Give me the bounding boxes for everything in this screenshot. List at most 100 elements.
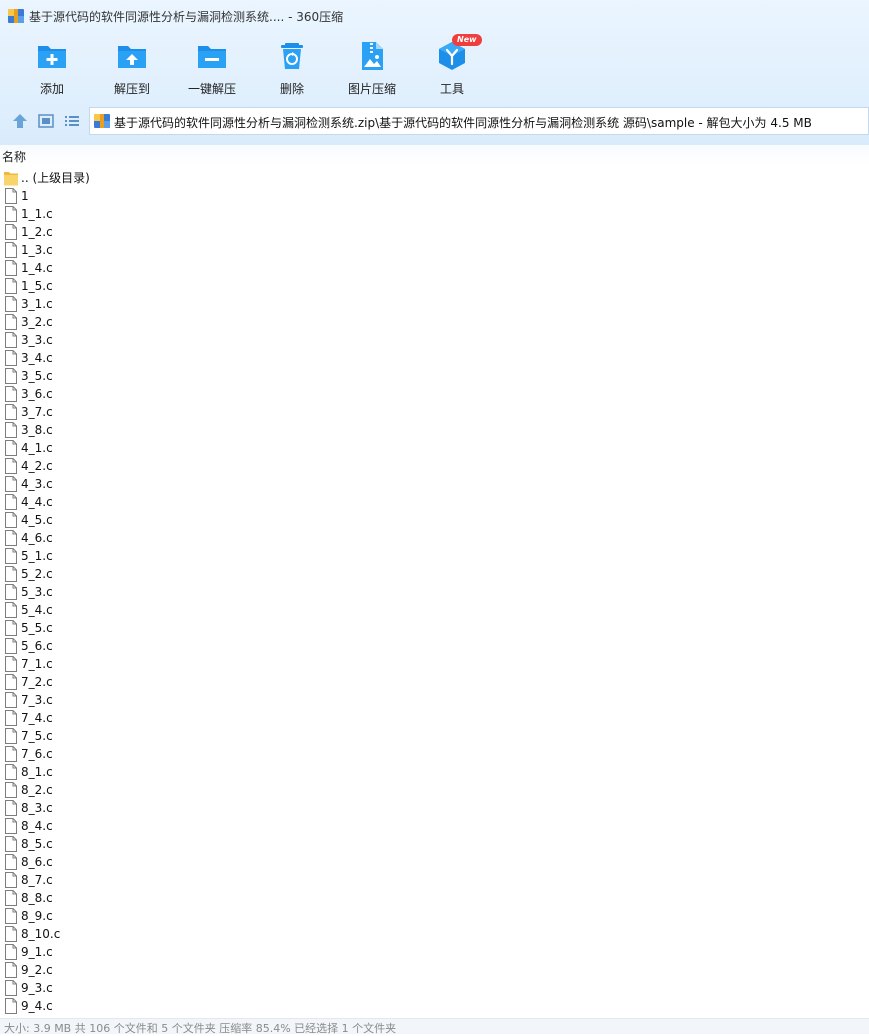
list-item[interactable]: 1_3.c <box>0 241 869 259</box>
file-name: 8_8.c <box>21 891 53 905</box>
address-bar[interactable]: 基于源代码的软件同源性分析与漏洞检测系统.zip\基于源代码的软件同源性分析与漏… <box>89 107 869 135</box>
file-icon <box>5 638 17 654</box>
list-item[interactable]: 5_2.c <box>0 565 869 583</box>
list-item[interactable]: 7_5.c <box>0 727 869 745</box>
file-list: .. (上级目录) 1 1_1.c 1_2.c 1_3.c 1_4.c 1_5.c 3_1.… <box>0 169 869 1015</box>
list-item[interactable]: 8_3.c <box>0 799 869 817</box>
file-name: 7_5.c <box>21 729 53 743</box>
status-bar: 大小: 3.9 MB 共 106 个文件和 5 个文件夹 压缩率 85.4% 已… <box>0 1018 869 1035</box>
list-item[interactable]: 3_5.c <box>0 367 869 385</box>
file-name: 4_6.c <box>21 531 53 545</box>
list-item[interactable]: 1_1.c <box>0 205 869 223</box>
file-icon <box>5 656 17 672</box>
file-name: 8_10.c <box>21 927 61 941</box>
list-item[interactable]: 4_1.c <box>0 439 869 457</box>
extract-to-button[interactable]: 解压到 <box>92 38 172 100</box>
list-item[interactable]: 8_9.c <box>0 907 869 925</box>
file-name: 3_1.c <box>21 297 53 311</box>
list-item[interactable]: 1 <box>0 187 869 205</box>
list-item[interactable]: 7_3.c <box>0 691 869 709</box>
file-name: 9_4.c <box>21 999 53 1013</box>
one-click-extract-icon <box>198 46 226 68</box>
file-icon <box>5 548 17 564</box>
file-name: 3_2.c <box>21 315 53 329</box>
name-column-header[interactable]: 名称 <box>2 148 26 165</box>
list-item[interactable]: 5_6.c <box>0 637 869 655</box>
list-item[interactable]: 4_6.c <box>0 529 869 547</box>
list-item[interactable]: 3_7.c <box>0 403 869 421</box>
thumbnail-view-icon[interactable] <box>37 112 55 130</box>
list-item[interactable]: 4_5.c <box>0 511 869 529</box>
list-item[interactable]: 3_6.c <box>0 385 869 403</box>
file-name: 8_1.c <box>21 765 53 779</box>
file-name: 8_5.c <box>21 837 53 851</box>
file-icon <box>5 800 17 816</box>
file-name: 7_6.c <box>21 747 53 761</box>
image-compress-button[interactable]: 图片压缩 <box>332 38 412 100</box>
list-item[interactable]: 1_5.c <box>0 277 869 295</box>
add-button[interactable]: 添加 <box>12 38 92 100</box>
list-item[interactable]: 3_3.c <box>0 331 869 349</box>
list-item[interactable]: 8_10.c <box>0 925 869 943</box>
list-item[interactable]: 5_4.c <box>0 601 869 619</box>
list-item[interactable]: 4_2.c <box>0 457 869 475</box>
file-name: 5_6.c <box>21 639 53 653</box>
list-item[interactable]: 9_1.c <box>0 943 869 961</box>
up-arrow-icon[interactable] <box>11 112 29 130</box>
list-item[interactable]: 8_7.c <box>0 871 869 889</box>
list-item[interactable]: 7_2.c <box>0 673 869 691</box>
list-item[interactable]: 8_6.c <box>0 853 869 871</box>
list-item[interactable]: 3_2.c <box>0 313 869 331</box>
list-item[interactable]: 1_2.c <box>0 223 869 241</box>
list-item[interactable]: 5_5.c <box>0 619 869 637</box>
tools-label: 工具 <box>439 82 464 96</box>
file-icon <box>5 440 17 456</box>
list-item[interactable]: 3_4.c <box>0 349 869 367</box>
one-click-extract-button[interactable]: 一键解压 <box>172 38 252 100</box>
list-item[interactable]: 1_4.c <box>0 259 869 277</box>
tools-button[interactable]: New 工具 <box>412 34 492 100</box>
list-item[interactable]: 4_4.c <box>0 493 869 511</box>
list-item[interactable]: 7_6.c <box>0 745 869 763</box>
address-row: 基于源代码的软件同源性分析与漏洞检测系统.zip\基于源代码的软件同源性分析与漏… <box>0 106 869 136</box>
file-name: 8_2.c <box>21 783 53 797</box>
file-name: 5_3.c <box>21 585 53 599</box>
list-item[interactable]: 7_1.c <box>0 655 869 673</box>
delete-button[interactable]: 删除 <box>252 38 332 100</box>
image-file-icon <box>362 42 383 70</box>
list-item[interactable]: 5_1.c <box>0 547 869 565</box>
recycle-bin-icon <box>281 43 303 69</box>
list-view-icon[interactable] <box>63 112 81 130</box>
parent-directory-row[interactable]: .. (上级目录) <box>0 169 869 187</box>
list-item[interactable]: 5_3.c <box>0 583 869 601</box>
file-icon <box>5 242 17 258</box>
image-compress-label: 图片压缩 <box>347 82 396 96</box>
list-item[interactable]: 9_4.c <box>0 997 869 1015</box>
list-item[interactable]: 3_8.c <box>0 421 869 439</box>
list-item[interactable]: 4_3.c <box>0 475 869 493</box>
list-item[interactable]: 7_4.c <box>0 709 869 727</box>
file-name: 8_7.c <box>21 873 53 887</box>
file-icon <box>5 872 17 888</box>
list-item[interactable]: 9_2.c <box>0 961 869 979</box>
list-item[interactable]: 8_5.c <box>0 835 869 853</box>
list-item[interactable]: 3_1.c <box>0 295 869 313</box>
file-icon <box>5 278 17 294</box>
list-item[interactable]: 8_2.c <box>0 781 869 799</box>
file-name: 8_6.c <box>21 855 53 869</box>
archive-icon <box>94 114 110 128</box>
file-name: 1_3.c <box>21 243 53 257</box>
top-panel: 基于源代码的软件同源性分析与漏洞检测系统.... - 360压缩 添加 解压到 <box>0 0 869 145</box>
file-icon <box>5 998 17 1014</box>
toolbar: 添加 解压到 一键解压 删除 图片压缩 New 工具 <box>0 34 869 102</box>
list-item[interactable]: 8_1.c <box>0 763 869 781</box>
add-folder-icon <box>38 46 66 68</box>
file-icon <box>5 746 17 762</box>
list-item[interactable]: 8_8.c <box>0 889 869 907</box>
file-name: 1_4.c <box>21 261 53 275</box>
list-item[interactable]: 8_4.c <box>0 817 869 835</box>
file-icon <box>5 530 17 546</box>
file-name: 8_3.c <box>21 801 53 815</box>
file-name: 3_3.c <box>21 333 53 347</box>
list-item[interactable]: 9_3.c <box>0 979 869 997</box>
